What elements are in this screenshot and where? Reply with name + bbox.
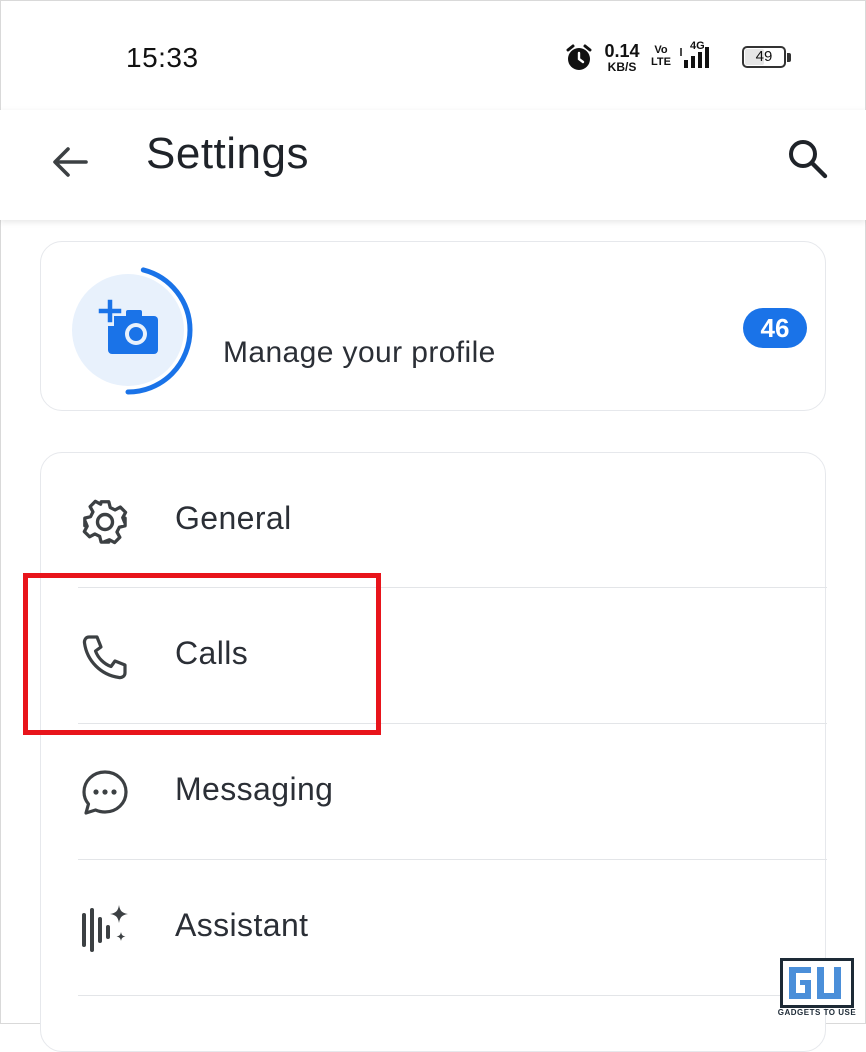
settings-item-calls[interactable]: Calls: [41, 588, 827, 724]
divider: [78, 995, 827, 996]
add-photo-camera-icon: [96, 298, 158, 354]
back-button[interactable]: [42, 134, 98, 190]
watermark-text: GADGETS TO USE: [777, 1008, 857, 1017]
profile-card[interactable]: Manage your profile 46: [40, 241, 826, 411]
settings-item-messaging[interactable]: Messaging: [41, 724, 827, 860]
volte-top: Vo: [654, 44, 668, 56]
alarm-icon: [566, 44, 592, 70]
network-speed-value: 0.14: [604, 41, 640, 61]
page-title: Settings: [146, 129, 309, 178]
volte-bottom: LTE: [651, 56, 671, 68]
watermark: GADGETS TO USE: [774, 956, 860, 1020]
volte-indicator: Vo LTE: [650, 44, 672, 68]
phone-icon: [79, 631, 131, 683]
network-speed: 0.14 KB/S: [601, 42, 643, 73]
status-time: 15:33: [126, 42, 199, 73]
settings-item-label: General: [175, 500, 292, 536]
assistant-sparkle-icon: [79, 903, 131, 955]
search-button[interactable]: [778, 130, 836, 188]
chat-bubble-icon: [79, 767, 131, 819]
search-icon: [789, 140, 828, 179]
battery-level: 49: [755, 48, 773, 65]
settings-item-label: Messaging: [175, 771, 334, 807]
arrow-back-icon: [53, 147, 88, 177]
status-bar: 15:33 0.14 KB/S Vo LTE 4G 49: [0, 0, 866, 110]
gear-icon: [79, 496, 131, 548]
network-speed-unit: KB/S: [607, 60, 637, 74]
app-bar: Settings: [0, 110, 866, 220]
signal-icon: [680, 47, 709, 68]
settings-list: General Calls Messaging Assistant: [40, 452, 827, 1052]
watermark-logo: [780, 958, 854, 1008]
settings-item-general[interactable]: General: [41, 453, 827, 589]
profile-badge-count: 46: [743, 308, 807, 348]
manage-profile-label: Manage your profile: [223, 336, 496, 369]
battery-icon: 49: [742, 46, 791, 70]
settings-item-label: Assistant: [175, 907, 309, 943]
settings-item-label: Calls: [175, 635, 249, 671]
settings-item-assistant[interactable]: Assistant: [41, 860, 827, 996]
avatar[interactable]: [63, 265, 193, 395]
